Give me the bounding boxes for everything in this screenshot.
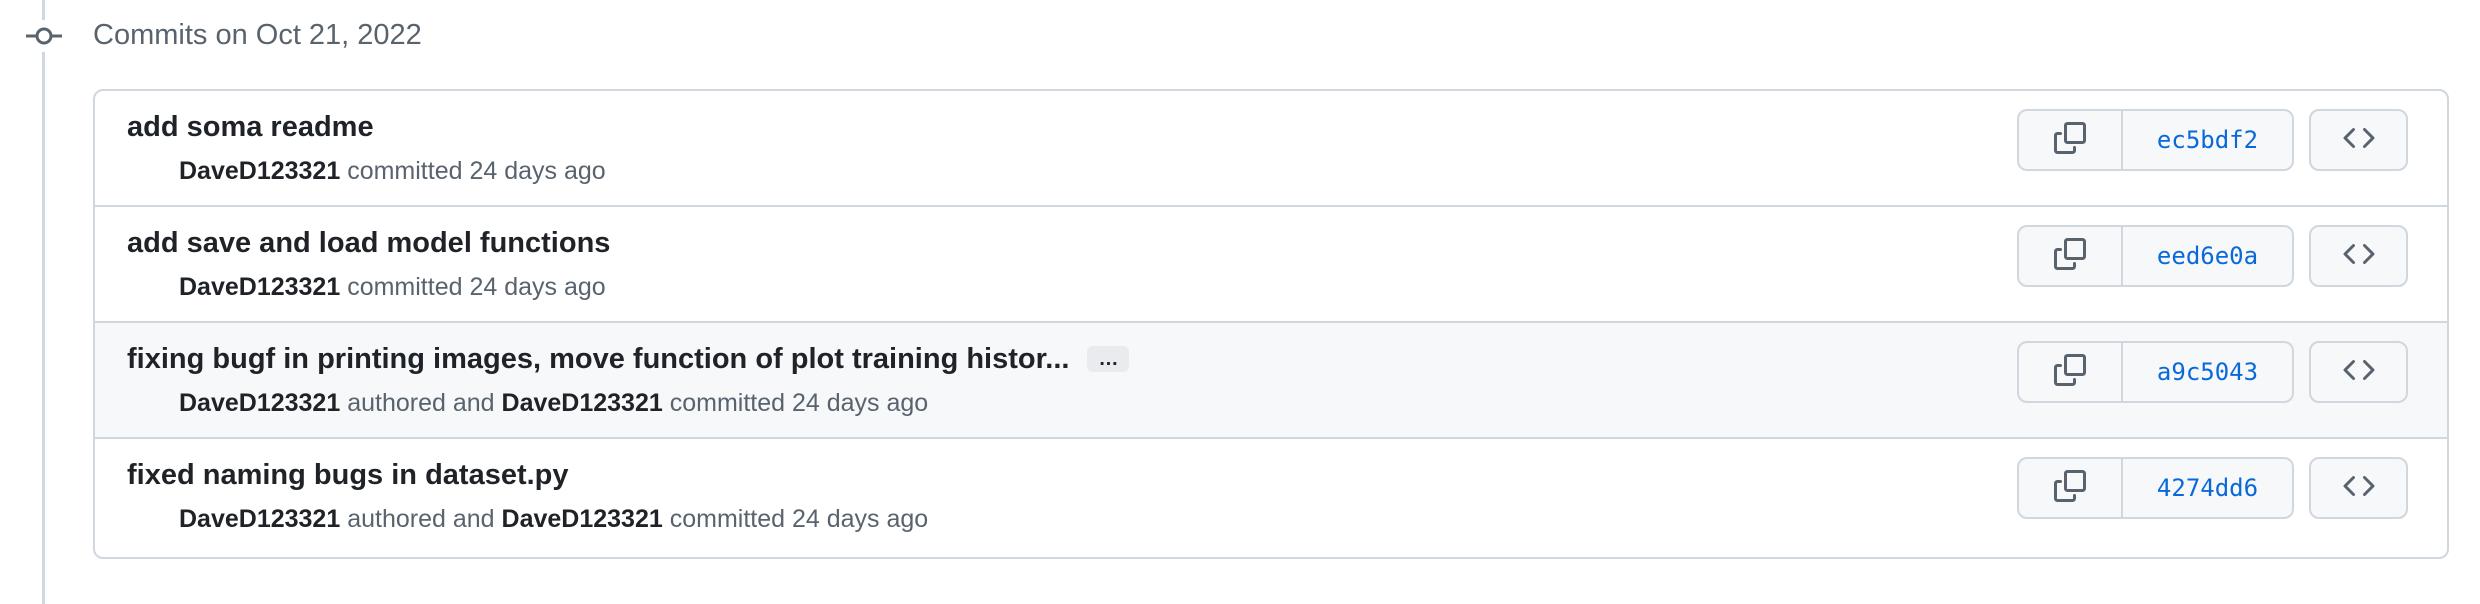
git-commit-icon [26, 20, 62, 52]
author-link[interactable]: DaveD123321 [179, 505, 340, 533]
copy-sha-button[interactable] [2019, 343, 2123, 401]
commit-row: fixing bugf in printing images, move fun… [95, 323, 2447, 439]
author-link[interactable]: DaveD123321 [179, 157, 340, 185]
browse-files-button[interactable] [2309, 457, 2408, 519]
commit-sha-link[interactable]: a9c5043 [2123, 343, 2292, 401]
commit-sha-link[interactable]: eed6e0a [2123, 227, 2292, 285]
author-link[interactable]: DaveD123321 [179, 389, 340, 417]
commit-meta: DaveD123321 committed 24 days ago [179, 153, 606, 189]
authored-text: authored and [347, 389, 495, 417]
copy-icon [2054, 237, 2086, 275]
expand-message-button[interactable]: … [1087, 346, 1130, 372]
copy-sha-button[interactable] [2019, 459, 2123, 517]
author-link[interactable]: DaveD123321 [179, 273, 340, 301]
commit-meta: DaveD123321 authored and DaveD123321 com… [179, 385, 928, 421]
browse-files-button[interactable] [2309, 109, 2408, 171]
copy-icon [2054, 353, 2086, 391]
commit-time: committed 24 days ago [347, 157, 606, 185]
commit-time: committed 24 days ago [347, 273, 606, 301]
commit-row: add save and load model functions DaveD1… [95, 207, 2447, 323]
copy-sha-button[interactable] [2019, 227, 2123, 285]
committer-link[interactable]: DaveD123321 [502, 505, 663, 533]
commit-title-line: add soma readme [127, 105, 374, 149]
code-icon [2343, 470, 2375, 507]
commit-title-link[interactable]: fixing bugf in printing images, move fun… [127, 343, 1069, 376]
browse-files-button[interactable] [2309, 225, 2408, 287]
copy-icon [2054, 121, 2086, 159]
commit-list: add soma readme DaveD123321 committed 24… [93, 89, 2449, 559]
sha-button-group: 4274dd6 [2017, 457, 2294, 519]
commit-title-line: add save and load model functions [127, 221, 610, 265]
commit-row: add soma readme DaveD123321 committed 24… [95, 91, 2447, 207]
commit-meta: DaveD123321 authored and DaveD123321 com… [179, 501, 928, 537]
commit-title-line: fixing bugf in printing images, move fun… [127, 337, 1130, 381]
sha-button-group: ec5bdf2 [2017, 109, 2294, 171]
commit-time: committed 24 days ago [669, 389, 929, 417]
code-icon [2343, 238, 2375, 275]
code-icon [2343, 354, 2375, 391]
timeline-line [42, 0, 45, 604]
commit-row: fixed naming bugs in dataset.py DaveD123… [95, 439, 2447, 555]
committer-link[interactable]: DaveD123321 [502, 389, 663, 417]
commit-group-date: Commits on Oct 21, 2022 [93, 19, 422, 51]
browse-files-button[interactable] [2309, 341, 2408, 403]
commit-title-link[interactable]: add soma readme [127, 111, 374, 144]
sha-button-group: a9c5043 [2017, 341, 2294, 403]
commit-title-link[interactable]: add save and load model functions [127, 227, 610, 260]
commit-sha-link[interactable]: 4274dd6 [2123, 459, 2292, 517]
commit-title-link[interactable]: fixed naming bugs in dataset.py [127, 459, 569, 492]
copy-icon [2054, 469, 2086, 507]
authored-text: authored and [347, 505, 495, 533]
commit-title-line: fixed naming bugs in dataset.py [127, 453, 569, 497]
commit-sha-link[interactable]: ec5bdf2 [2123, 111, 2292, 169]
code-icon [2343, 122, 2375, 159]
sha-button-group: eed6e0a [2017, 225, 2294, 287]
commit-time: committed 24 days ago [669, 505, 929, 533]
copy-sha-button[interactable] [2019, 111, 2123, 169]
commit-meta: DaveD123321 committed 24 days ago [179, 269, 606, 305]
